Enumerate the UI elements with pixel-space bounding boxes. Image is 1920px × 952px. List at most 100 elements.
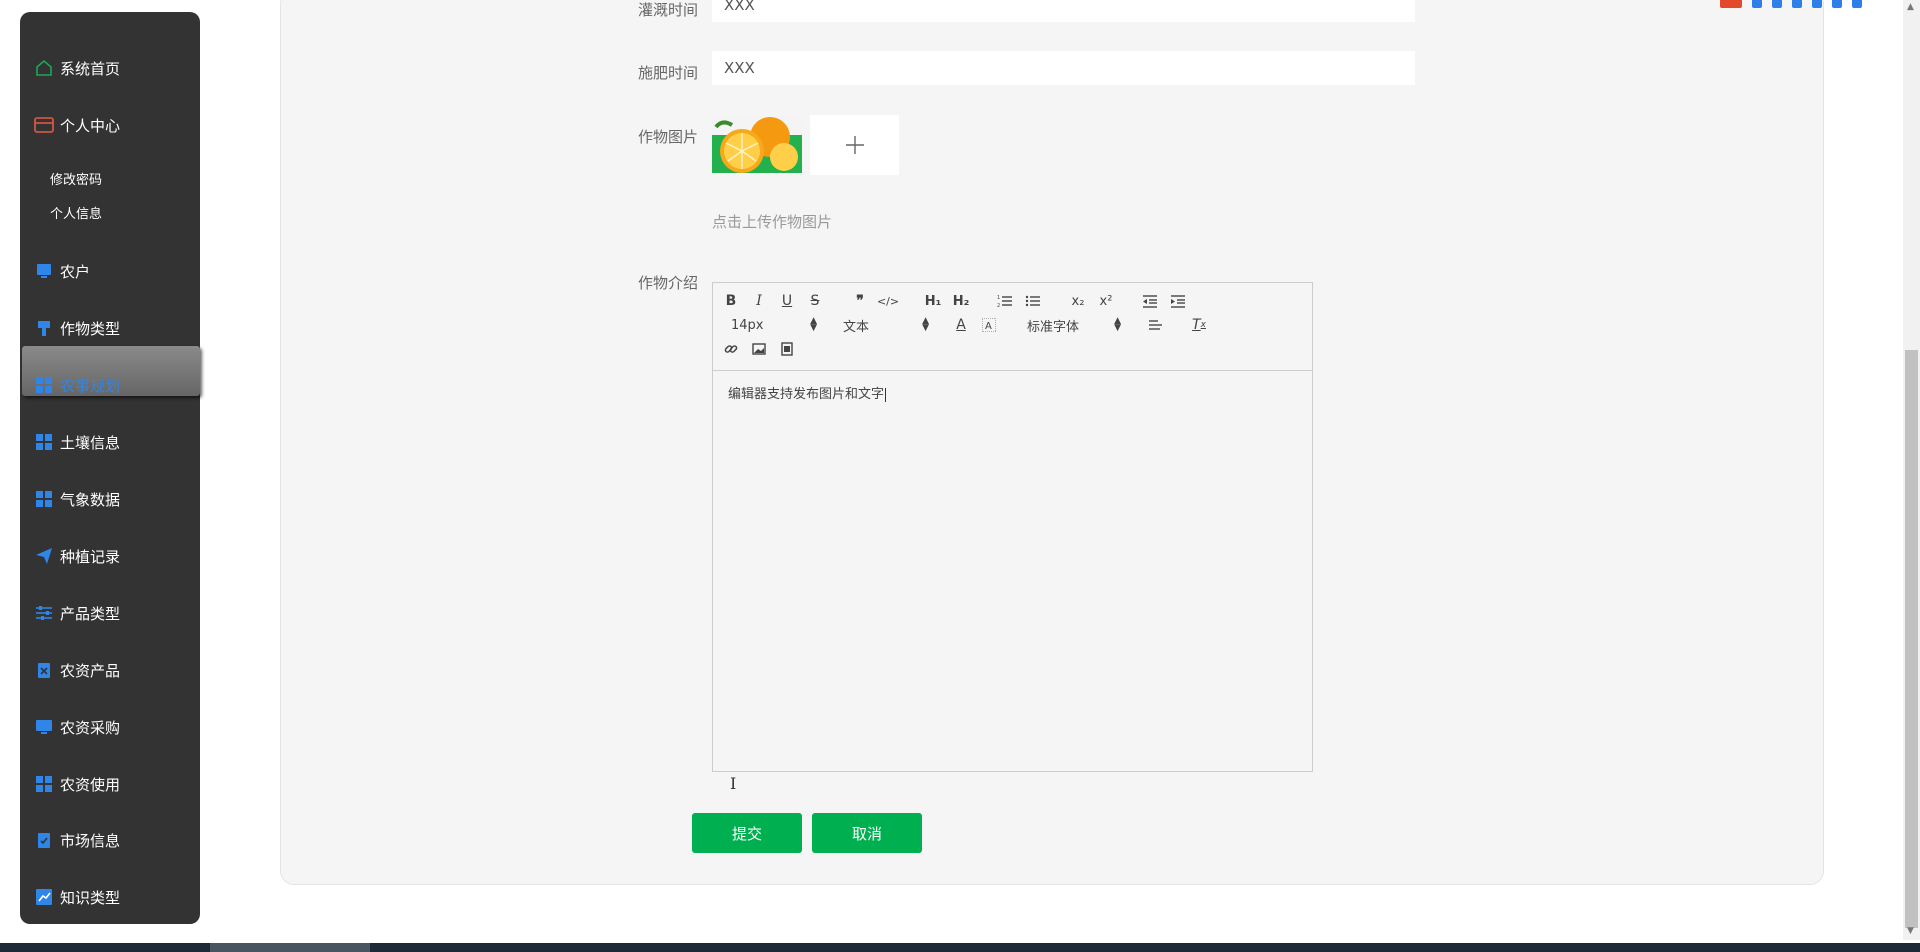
block-type-select[interactable]: 文本 ▲ ▼	[843, 315, 929, 335]
sidebar-item-label: 气象数据	[60, 490, 121, 509]
irrigation-time-input[interactable]	[712, 0, 1415, 22]
superscript-icon[interactable]: x²	[1095, 291, 1117, 311]
sidebar-item-farmer[interactable]: 农户	[34, 259, 90, 283]
grid-icon	[34, 432, 54, 452]
sidebar-item-label: 农资使用	[60, 775, 121, 794]
sidebar-subitem-change-password[interactable]: 修改密码	[50, 169, 102, 188]
font-family-value: 标准字体	[1027, 319, 1080, 335]
ibeam-cursor-icon: I	[730, 774, 737, 793]
sidebar-item-agri-usage[interactable]: 农资使用	[34, 772, 120, 796]
fertilize-time-input[interactable]	[712, 51, 1415, 85]
text-cursor	[885, 387, 887, 402]
irrigation-time-label: 灌溉时间	[638, 1, 699, 19]
extension-icon[interactable]	[1832, 0, 1842, 8]
crop-image-thumbnail[interactable]	[712, 115, 802, 173]
sidebar-item-farm-planning[interactable]: 农事规划	[34, 373, 120, 397]
extension-icon[interactable]	[1772, 0, 1782, 8]
sliders-icon	[34, 603, 54, 623]
extension-icon[interactable]	[1812, 0, 1822, 8]
crop-intro-label: 作物介绍	[638, 274, 699, 292]
font-color-icon[interactable]: A	[950, 315, 972, 335]
heading2-icon[interactable]: H₂	[950, 291, 972, 311]
sidebar-item-agri-purchase[interactable]: 农资采购	[34, 715, 120, 739]
link-icon[interactable]	[720, 339, 742, 359]
extension-icon[interactable]	[1852, 0, 1862, 8]
subscript-icon[interactable]: x₂	[1067, 291, 1089, 311]
strikethrough-icon[interactable]: S	[804, 291, 826, 311]
sidebar-subitem-profile[interactable]: 个人信息	[50, 203, 102, 222]
code-icon[interactable]: </>	[877, 291, 899, 311]
sidebar-item-home[interactable]: 系统首页	[34, 56, 120, 80]
chart-icon	[34, 887, 54, 907]
scrollbar-thumb[interactable]	[1905, 350, 1918, 928]
page-scrollbar[interactable]: ▲ ▼	[1903, 0, 1920, 940]
sidebar-item-product-type[interactable]: 产品类型	[34, 601, 120, 625]
cancel-button[interactable]: 取消	[812, 813, 922, 853]
sidebar-item-planting-record[interactable]: 种植记录	[34, 544, 120, 568]
font-size-value: 14px	[731, 317, 764, 333]
orange-image	[712, 115, 802, 173]
monitor-icon	[34, 717, 54, 737]
sidebar-item-weather-data[interactable]: 气象数据	[34, 487, 120, 511]
outdent-icon[interactable]	[1139, 291, 1161, 311]
sidebar-item-label: 系统首页	[60, 59, 121, 78]
font-family-select[interactable]: 标准字体 ▲ ▼	[1027, 315, 1121, 335]
background-color-icon[interactable]: A	[978, 315, 1000, 335]
editor-text: 编辑器支持发布图片和文字	[728, 387, 885, 402]
underline-icon[interactable]: U	[776, 291, 798, 311]
clipboard-check-icon	[34, 830, 54, 850]
sidebar-item-soil-info[interactable]: 土壤信息	[34, 430, 120, 454]
taskbar-active-window[interactable]	[210, 943, 370, 952]
bullet-list-icon[interactable]	[1022, 291, 1044, 311]
sidebar-item-crop-type[interactable]: 作物类型	[34, 316, 120, 340]
sidebar-item-label: 知识类型	[60, 888, 121, 907]
font-size-select[interactable]: 14px ▲ ▼	[731, 315, 817, 335]
grid-icon	[34, 489, 54, 509]
blockquote-icon[interactable]: ❞	[849, 291, 871, 311]
indent-icon[interactable]	[1167, 291, 1189, 311]
select-arrows-icon: ▲ ▼	[810, 316, 817, 333]
clear-format-icon[interactable]: Tx	[1188, 315, 1210, 335]
svg-text:2: 2	[997, 303, 1000, 308]
extension-icon[interactable]	[1792, 0, 1802, 8]
fertilize-time-label: 施肥时间	[638, 64, 699, 82]
upload-hint: 点击上传作物图片	[712, 213, 833, 231]
ordered-list-icon[interactable]: 12	[994, 291, 1016, 311]
bold-icon[interactable]: B	[720, 291, 742, 311]
sidebar-item-personal-center[interactable]: 个人中心	[34, 113, 120, 137]
upload-image-button[interactable]	[810, 115, 899, 175]
extension-icon[interactable]	[1752, 0, 1762, 8]
sidebar-item-market-info[interactable]: 市场信息	[34, 828, 120, 852]
align-icon[interactable]	[1144, 315, 1166, 335]
grid-icon	[34, 375, 54, 395]
italic-icon[interactable]: I	[748, 291, 770, 311]
send-icon	[34, 546, 54, 566]
submit-button[interactable]: 提交	[692, 813, 802, 853]
editor-toolbar: B I U S ❞ </> H₁ H₂ 12 x₂ x² 14px ▲ ▼ 文本 …	[713, 283, 1312, 371]
sidebar-item-label: 市场信息	[60, 831, 121, 850]
sidebar-item-label: 作物类型	[60, 319, 121, 338]
sidebar-item-agri-product[interactable]: 农资产品	[34, 658, 120, 682]
crop-image-label: 作物图片	[638, 128, 699, 146]
sidebar-item-label: 土壤信息	[60, 433, 121, 452]
svg-text:1: 1	[997, 295, 1000, 301]
sidebar-item-label: 种植记录	[60, 547, 121, 566]
pin-icon	[34, 318, 54, 338]
block-type-value: 文本	[843, 319, 870, 335]
svg-text:A: A	[985, 321, 992, 332]
extension-logo-icon[interactable]	[1720, 0, 1742, 8]
sidebar-item-knowledge-type[interactable]: 知识类型	[34, 885, 120, 909]
home-icon	[34, 58, 54, 78]
select-arrows-icon: ▲ ▼	[1114, 316, 1121, 333]
grid-icon	[34, 774, 54, 794]
sidebar-item-label: 个人中心	[60, 116, 121, 135]
scroll-down-icon[interactable]: ▼	[1907, 926, 1914, 936]
video-icon[interactable]	[776, 339, 798, 359]
editor-content[interactable]: 编辑器支持发布图片和文字	[713, 371, 1312, 414]
scroll-up-icon[interactable]: ▲	[1907, 2, 1914, 12]
image-icon[interactable]	[748, 339, 770, 359]
sidebar-item-label: 农资采购	[60, 718, 121, 737]
plus-icon	[845, 136, 864, 154]
extension-icons	[1720, 0, 1862, 8]
heading1-icon[interactable]: H₁	[922, 291, 944, 311]
